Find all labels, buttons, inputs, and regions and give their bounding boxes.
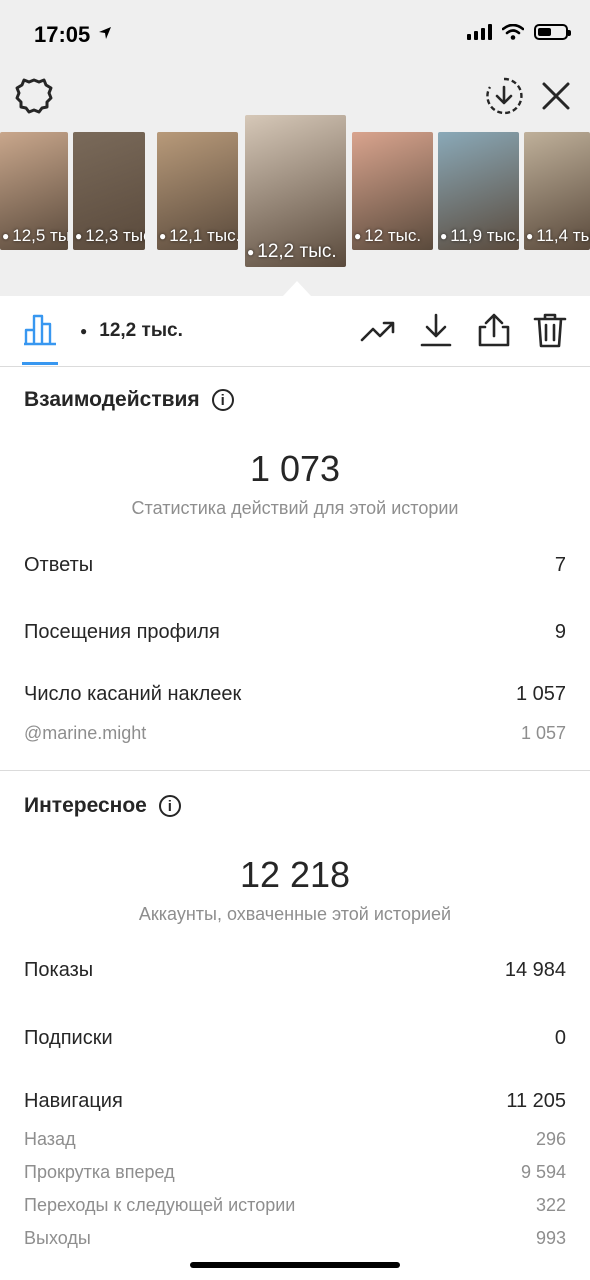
eye-icon: ● [354,229,362,243]
wifi-icon [502,24,524,40]
stat-value: 7 [554,554,566,576]
view-count: ●12,5 тыс. [2,226,68,245]
stat-row: Ответы 7 [24,554,566,577]
stat-label: Подписки [24,1027,113,1049]
status-bar: 17:05 [0,0,590,70]
discovery-total: 12 218 [239,854,351,895]
eye-icon: ● [440,229,448,243]
stat-row: Число касаний наклеек 1 057 [24,683,566,706]
selection-pointer [283,281,311,296]
discovery-title: Интересное i [24,794,181,818]
trash-icon[interactable] [532,312,568,348]
info-icon[interactable]: i [211,389,234,411]
views-summary: ● 12,2 тыс. [80,320,183,342]
story-thumbnail[interactable]: ●12,5 тыс. [0,132,68,250]
stat-value: 11 205 [506,1090,566,1112]
share-icon[interactable] [476,312,512,348]
eye-icon: ● [75,229,83,243]
views-count: 12,2 тыс. [99,320,183,341]
stat-value: 993 [535,1228,566,1248]
section-divider [0,770,590,771]
stat-label: Навигация [24,1090,123,1112]
stat-subrow: @marine.might 1 057 [24,723,566,744]
stat-label: Показы [24,959,94,981]
story-thumbnail[interactable]: ● 12 тыс. [352,132,433,250]
stat-row: Посещения профиля 9 [24,621,566,644]
stat-value: 1 057 [515,683,566,705]
view-count: ●11,4 тыс. [526,226,590,245]
stat-label: Ответы [24,554,94,576]
view-count: ● 12,2 тыс. [247,241,337,262]
discovery-subtitle: Аккаунты, охваченные этой историей [138,904,452,924]
eye-icon: ● [247,245,255,259]
bar-chart-icon[interactable] [22,310,58,346]
download-icon[interactable] [418,312,454,348]
signal-icon [467,24,492,40]
stat-subrow: Назад 296 [24,1129,566,1150]
trending-up-icon[interactable] [360,312,396,348]
stat-subrow: Переходы к следующей истории 322 [24,1195,566,1216]
stat-value: 14 984 [504,959,566,981]
stat-subrow: Прокрутка вперед 9 594 [24,1162,566,1183]
stat-value: 9 594 [520,1162,566,1182]
stat-row: Навигация 11 205 [24,1090,566,1113]
status-time: 17:05 [34,22,91,47]
eye-icon: ● [159,229,167,243]
story-thumbnail-selected[interactable]: ● 12,2 тыс. [245,115,346,267]
stat-value: 9 [554,621,566,643]
stat-value: 296 [535,1129,566,1149]
info-icon[interactable]: i [158,795,181,817]
view-count: ● 12 тыс. [354,226,422,245]
stat-subrow: Выходы 993 [24,1228,566,1249]
battery-icon [534,24,571,40]
stat-value: 0 [554,1027,566,1049]
stat-row: Подписки 0 [24,1027,566,1050]
discovery-title-text: Интересное [24,794,147,817]
eye-icon: ● [80,324,88,338]
eye-icon: ● [526,229,534,243]
story-thumbnail[interactable]: ● 12,1 тыс. [157,132,238,250]
stat-label: Выходы [24,1228,91,1248]
interactions-subtitle: Статистика действий для этой истории [131,498,459,518]
stat-value: 1 057 [520,723,566,743]
home-indicator[interactable] [190,1262,400,1268]
view-count: ●12,3 тыс. [75,226,145,245]
stat-label: Прокрутка вперед [24,1162,175,1182]
stat-row: Показы 14 984 [24,959,566,982]
view-count: ● 11,9 тыс. [440,226,519,245]
stat-value: 322 [535,1195,566,1215]
stat-label: Число касаний наклеек [24,683,242,705]
story-thumbnail[interactable]: ●11,4 тыс. [524,132,590,250]
eye-icon: ● [2,229,10,243]
view-count: ● 12,1 тыс. [159,226,238,245]
interactions-total: 1 073 [249,448,341,489]
location-arrow-icon [99,27,111,39]
close-icon[interactable] [538,78,574,114]
stat-label: Посещения профиля [24,621,220,643]
story-thumbnail[interactable]: ●12,3 тыс. [73,132,145,250]
story-thumbnails: ●12,5 тыс. ●12,3 тыс. ●12,1 тыс. ●12,2 т… [0,115,590,275]
stat-label: Переходы к следующей истории [24,1195,296,1215]
save-story-icon[interactable] [484,76,524,116]
story-thumbnail[interactable]: ● 11,9 тыс. [438,132,519,250]
settings-gear-icon[interactable] [14,76,54,116]
interactions-title: Взаимодействия i [24,388,234,412]
interactions-title-text: Взаимодействия [24,388,200,411]
stat-label: @marine.might [24,723,147,743]
active-tab-indicator [22,362,58,365]
stat-label: Назад [24,1129,76,1149]
stats-toolbar: ● 12,2 тыс. [0,296,590,367]
